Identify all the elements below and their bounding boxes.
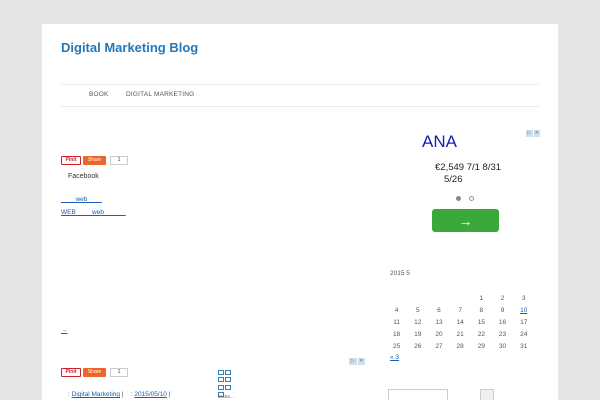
- calendar-day: 2: [500, 294, 505, 302]
- meta-separator: | :: [120, 391, 135, 398]
- search-button[interactable]: [480, 389, 494, 400]
- page: Digital Marketing Blog BOOK DIGITAL MARK…: [42, 24, 558, 400]
- calendar-week: 25 26 27 28 29 30 31: [386, 341, 534, 353]
- adchoices-icon[interactable]: ▷ ✕: [526, 130, 540, 137]
- calendar-day: 26: [414, 343, 422, 351]
- calendar-day: 5: [415, 306, 420, 314]
- share-count-2: 1: [110, 367, 128, 377]
- grid-ad-cell[interactable]: [218, 377, 224, 383]
- calendar-prev-link[interactable]: « 3: [390, 354, 399, 361]
- calendar-day: 31: [520, 343, 528, 351]
- post-meta: : Digital Marketing | : 2015/05/10 |: [68, 391, 170, 398]
- grid-ad-cell[interactable]: [225, 370, 231, 375]
- search-input[interactable]: [388, 389, 448, 400]
- category-link[interactable]: Digital Marketing: [72, 391, 120, 398]
- calendar-day: 7: [458, 306, 462, 314]
- calendar-caption: 2015 5: [390, 270, 410, 277]
- carousel-dot-1[interactable]: [456, 196, 461, 201]
- calendar-day: 18: [392, 331, 401, 339]
- grid-ad-cell[interactable]: [225, 384, 231, 390]
- calendar-day: 8: [479, 306, 484, 314]
- calendar-day: 15: [477, 318, 485, 326]
- calendar-day: [428, 292, 449, 304]
- ad-banner[interactable]: ▷ ✕ ANA €2,549 7/1 8/31 5/26 →: [380, 130, 540, 240]
- main-nav: BOOK DIGITAL MARKETING: [61, 84, 539, 107]
- calendar-day: 3: [521, 294, 526, 302]
- calendar-week: 11 12 13 14 15 16 17: [386, 316, 534, 328]
- nav-item-book[interactable]: BOOK: [89, 91, 109, 98]
- calendar-week: 18 19 20 21 22 23 24: [386, 329, 534, 341]
- calendar-day: [407, 292, 428, 304]
- nav-item-digital-marketing[interactable]: DIGITAL MARKETING: [126, 91, 194, 98]
- calendar-day[interactable]: 10: [513, 304, 534, 316]
- calendar-day: [450, 292, 471, 304]
- share-row-1: Pinit Share 1: [61, 155, 128, 165]
- calendar-day: [386, 292, 407, 304]
- small-adchoices-play-icon[interactable]: ▷: [349, 358, 357, 365]
- post-link-web-2[interactable]: WEB web: [61, 209, 126, 216]
- calendar-day: 21: [456, 331, 464, 339]
- calendar-day: 29: [477, 343, 485, 351]
- share-count: 1: [110, 155, 128, 165]
- calendar-day: 14: [456, 318, 464, 326]
- calendar-day: 20: [435, 331, 443, 339]
- calendar-day: 13: [435, 318, 443, 326]
- small-adchoices-icon[interactable]: ▷ ✕: [349, 358, 365, 365]
- calendar-day: 23: [498, 331, 507, 339]
- calendar-week: 4 5 6 7 8 9 10: [386, 304, 534, 316]
- ad-price-line: €2,549 7/1 8/31: [435, 162, 502, 173]
- pinit-button-2[interactable]: Pinit: [61, 367, 81, 377]
- calendar-day: 16: [498, 318, 507, 326]
- calendar-day: 17: [520, 318, 528, 326]
- grid-ad-cell[interactable]: [218, 370, 224, 375]
- carousel-dot-2[interactable]: [469, 196, 474, 201]
- calendar-day: 30: [498, 343, 507, 351]
- date-link[interactable]: 2015/05/10: [134, 391, 167, 398]
- post-link-web[interactable]: web: [61, 196, 102, 203]
- adchoices-play-icon[interactable]: ▷: [526, 130, 533, 137]
- calendar-day: 9: [500, 306, 505, 314]
- calendar-day: 22: [477, 331, 485, 339]
- pinit-button[interactable]: Pinit: [61, 155, 81, 165]
- calendar-day: 27: [435, 343, 443, 351]
- calendar-day: 1: [479, 294, 484, 302]
- calendar-day: 28: [456, 343, 464, 351]
- calendar-day: 19: [414, 331, 422, 339]
- read-more-link[interactable]: →: [61, 327, 68, 334]
- ad-arrow-button[interactable]: →: [432, 209, 499, 232]
- calendar-day: 6: [437, 306, 441, 314]
- facebook-label: Facebook: [68, 173, 99, 180]
- share-button[interactable]: Share: [83, 155, 106, 165]
- grid-ad-cell[interactable]: [225, 377, 231, 383]
- share-button-2[interactable]: Share: [83, 367, 106, 377]
- calendar-day: 4: [394, 306, 399, 314]
- share-row-2: Pinit Share 1: [61, 367, 128, 377]
- ad-date-line: 5/26: [444, 174, 463, 185]
- grid-ad-cell[interactable]: [218, 384, 224, 390]
- ad-close-icon[interactable]: ✕: [533, 130, 540, 137]
- calendar-day: 24: [520, 331, 528, 339]
- site-title[interactable]: Digital Marketing Blog: [61, 40, 198, 55]
- calendar-day: 25: [392, 343, 401, 351]
- ad-title[interactable]: ANA: [422, 132, 457, 152]
- calendar-table: 1 2 3 4 5 6 7 8 9 10 11 12 13 14 15 16 17 18 19 20 21 22 23 24 2…: [386, 292, 534, 353]
- grid-ad-caption: books...: [218, 394, 234, 399]
- meta-suffix: |: [166, 391, 171, 398]
- calendar-day: 12: [414, 318, 422, 326]
- arrow-right-icon: →: [458, 212, 473, 229]
- calendar-week: 1 2 3: [386, 292, 534, 304]
- calendar-day: 11: [393, 318, 400, 326]
- ad-carousel-dots: [456, 196, 474, 201]
- small-ad-close-icon[interactable]: ✕: [357, 358, 365, 365]
